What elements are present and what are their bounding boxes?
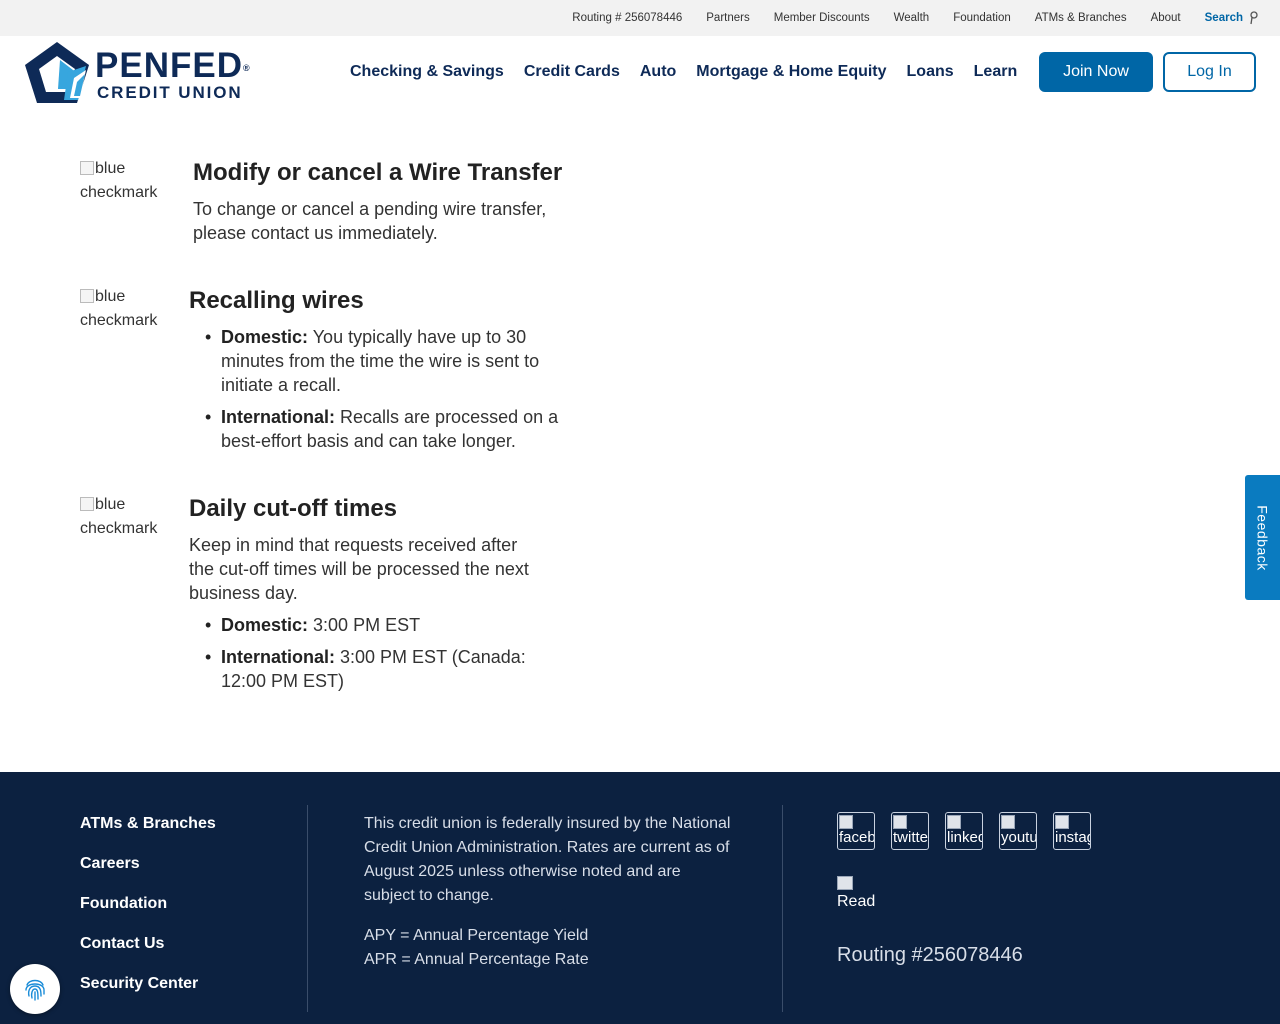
footer-link-foundation[interactable]: Foundation [80, 892, 216, 932]
checkmark-image-broken: blue checkmark [80, 496, 158, 537]
broken-image-icon [837, 876, 853, 890]
apr-definition: APR = Annual Percentage Rate [364, 951, 589, 968]
list-item: Domestic: 3:00 PM EST [189, 613, 549, 637]
broken-image-icon [80, 497, 94, 511]
ncua-disclosure: This credit union is federally insured b… [364, 815, 731, 904]
checkmark-image-broken: blue checkmark [80, 160, 158, 201]
section-title: Modify or cancel a Wire Transfer [193, 159, 563, 186]
nav-auto[interactable]: Auto [640, 63, 676, 81]
pentagon-logo-icon [25, 42, 89, 103]
footer-links: ATMs & Branches Careers Foundation Conta… [80, 812, 216, 1012]
apy-definition: APY = Annual Percentage Yield [364, 927, 589, 944]
main-nav: Checking & Savings Credit Cards Auto Mor… [340, 36, 1027, 108]
footer-link-atms-branches[interactable]: ATMs & Branches [80, 812, 216, 852]
logo-wordmark: PENFED® [95, 46, 251, 85]
utility-link-foundation[interactable]: Foundation [953, 12, 1011, 24]
twitter-icon[interactable]: twitter [891, 812, 929, 850]
footer-divider [307, 805, 308, 1012]
search-button[interactable]: Search [1205, 11, 1258, 25]
feedback-tab[interactable]: Feedback [1245, 475, 1280, 600]
section-text: To change or cancel a pending wire trans… [193, 199, 547, 243]
fingerprint-icon [25, 979, 45, 1001]
fingerprint-widget-button[interactable] [10, 964, 60, 1014]
search-icon [1250, 11, 1258, 25]
log-in-button[interactable]: Log In [1163, 52, 1256, 92]
footer-routing-number: Routing #256078446 [837, 944, 1023, 966]
footer-link-security-center[interactable]: Security Center [80, 972, 216, 1012]
utility-nav: Routing # 256078446 Partners Member Disc… [548, 0, 1258, 36]
footer-link-contact-us[interactable]: Contact Us [80, 932, 216, 972]
utility-link-about[interactable]: About [1151, 12, 1181, 24]
facebook-icon[interactable]: facebook [837, 812, 875, 850]
nav-credit-cards[interactable]: Credit Cards [524, 63, 620, 81]
broken-image-icon [80, 161, 94, 175]
site-header: PENFED® CREDIT UNION Checking & Savings … [0, 36, 1280, 108]
penfed-logo[interactable]: PENFED® CREDIT UNION [24, 42, 269, 104]
nav-checking-savings[interactable]: Checking & Savings [350, 63, 504, 81]
section-title: Daily cut-off times [189, 495, 398, 522]
read-image-link[interactable]: Read [837, 876, 875, 912]
search-label: Search [1204, 12, 1243, 24]
linkedin-icon[interactable]: linkedin [945, 812, 983, 850]
utility-routing: Routing # 256078446 [572, 12, 683, 24]
recall-bullets: Domestic: You typically have up to 30 mi… [189, 325, 569, 461]
nav-loans[interactable]: Loans [907, 63, 954, 81]
nav-learn[interactable]: Learn [974, 63, 1018, 81]
list-item: International: Recalls are processed on … [189, 405, 569, 453]
section-title: Recalling wires [189, 287, 364, 314]
youtube-icon[interactable]: youtube [999, 812, 1037, 850]
checkmark-image-broken: blue checkmark [80, 288, 158, 329]
utility-link-atms-branches[interactable]: ATMs & Branches [1035, 12, 1127, 24]
social-links: facebook twitter linkedin youtube instag… [837, 812, 1107, 850]
feedback-label: Feedback [1254, 504, 1271, 571]
utility-link-member-discounts[interactable]: Member Discounts [774, 12, 870, 24]
utility-link-partners[interactable]: Partners [706, 12, 749, 24]
footer-link-careers[interactable]: Careers [80, 852, 216, 892]
instagram-icon[interactable]: instagram [1053, 812, 1091, 850]
footer-disclosure: This credit union is federally insured b… [364, 812, 734, 972]
section-text: Keep in mind that requests received afte… [189, 535, 529, 603]
join-now-button[interactable]: Join Now [1039, 52, 1153, 92]
utility-bar: Routing # 256078446 Partners Member Disc… [0, 0, 1280, 36]
cutoff-bullets: Domestic: 3:00 PM EST International: 3:0… [189, 613, 549, 701]
utility-link-wealth[interactable]: Wealth [894, 12, 930, 24]
logo-subtitle: CREDIT UNION [97, 83, 243, 102]
nav-mortgage-home-equity[interactable]: Mortgage & Home Equity [696, 63, 886, 81]
broken-image-icon [80, 289, 94, 303]
list-item: International: 3:00 PM EST (Canada: 12:0… [189, 645, 549, 693]
list-item: Domestic: You typically have up to 30 mi… [189, 325, 569, 397]
footer-divider [782, 805, 783, 1012]
site-footer: ATMs & Branches Careers Foundation Conta… [0, 772, 1280, 1024]
